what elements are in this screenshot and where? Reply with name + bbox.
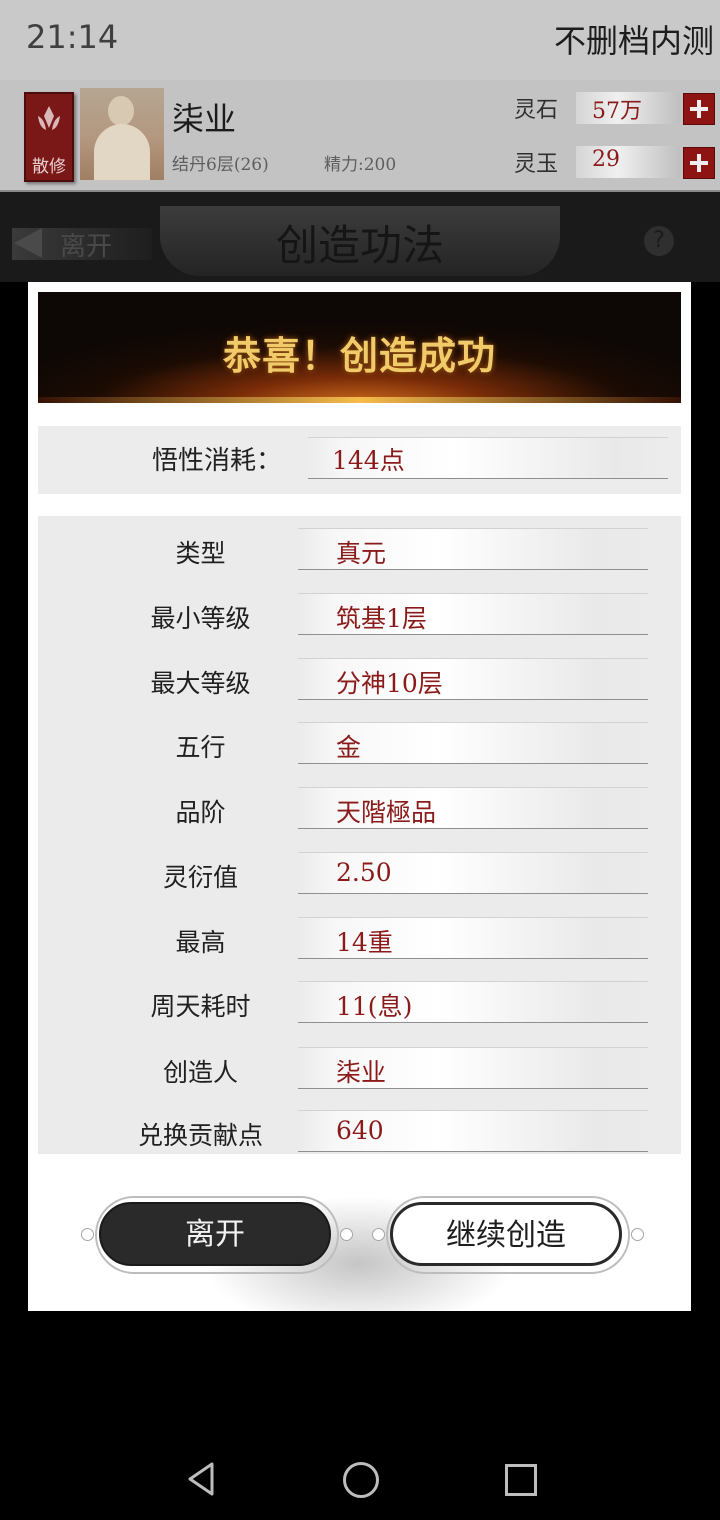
info-label: 五行 (175, 733, 226, 762)
leave-button[interactable]: 离开 (99, 1202, 331, 1266)
info-row-creator: 创造人 柒业 (38, 1043, 681, 1108)
info-value: 640 (336, 1116, 384, 1145)
currency-value-spirit-jade: 29 (592, 147, 620, 172)
player-avatar[interactable] (80, 88, 164, 180)
frame-knob (631, 1228, 644, 1241)
info-row-spirit-value: 灵衍值 2.50 (38, 848, 681, 913)
info-row-max-layers: 最高 14重 (38, 913, 681, 978)
sect-emblem-icon (38, 106, 60, 130)
currency-label-spirit-jade: 灵玉 (514, 152, 559, 177)
info-row-grade: 品阶 天階極品 (38, 783, 681, 848)
nav-home-icon[interactable] (343, 1462, 379, 1498)
info-label: 灵衍值 (162, 863, 238, 892)
info-row-contribution: 兑换贡献点 640 (38, 1106, 681, 1154)
screen-title: 创造功法 (275, 221, 444, 270)
player-name: 柒业 (172, 100, 237, 138)
currency-label-spirit-stone: 灵石 (514, 98, 559, 123)
player-stamina: 精力:200 (324, 155, 397, 175)
info-value: 筑基1层 (336, 604, 427, 633)
info-row-element: 五行 金 (38, 718, 681, 783)
frame-knob (372, 1228, 385, 1241)
help-icon[interactable]: ? (644, 226, 674, 256)
add-spirit-jade-plus-icon[interactable] (683, 147, 715, 179)
system-nav-bar (0, 1430, 720, 1520)
cost-panel: 悟性消耗： 144点 (38, 426, 681, 494)
info-row-max-level: 最大等级 分神10层 (38, 654, 681, 719)
frame-knob (81, 1228, 94, 1241)
success-banner: 恭喜！创造成功 (38, 292, 681, 403)
info-row-type: 类型 真元 (38, 524, 681, 589)
nav-back-icon[interactable] (186, 1462, 216, 1496)
back-label[interactable]: 离开 (60, 226, 112, 263)
info-value: 2.50 (336, 858, 392, 887)
info-value: 天階極品 (336, 798, 437, 827)
sect-label: 散修 (32, 157, 66, 177)
dialog-title: 恭喜！创造成功 (222, 333, 496, 378)
frame-knob (340, 1228, 353, 1241)
cost-label: 悟性消耗： (151, 446, 282, 476)
info-value: 真元 (336, 539, 387, 568)
nav-recent-icon[interactable] (505, 1464, 537, 1496)
technique-info-panel[interactable]: 类型 真元 最小等级 筑基1层 最大等级 分神10层 五行 金 品阶 天階極品 … (38, 516, 681, 1154)
info-value: 金 (336, 733, 362, 762)
add-spirit-stone-plus-icon[interactable] (683, 93, 715, 125)
status-bar: 21:14 不删档内测 (0, 0, 720, 80)
info-value: 分神10层 (336, 669, 443, 698)
app-title: 不删档内测 (553, 22, 714, 60)
info-label: 兑换贡献点 (137, 1121, 263, 1150)
info-label: 周天耗时 (150, 992, 251, 1021)
player-panel: 散修 柒业 结丹6层(26) 精力:200 灵石 57万 灵玉 29 (0, 80, 720, 192)
info-label: 最大等级 (150, 669, 251, 698)
player-realm: 结丹6层(26) (172, 155, 269, 175)
currency-value-spirit-stone: 57万 (592, 99, 642, 124)
avatar-robe (94, 124, 150, 180)
info-label: 最小等级 (150, 604, 251, 633)
status-time: 21:14 (26, 18, 119, 56)
info-label: 品阶 (175, 798, 226, 827)
info-value: 11(息) (336, 992, 413, 1021)
continue-creating-button[interactable]: 继续创造 (390, 1202, 622, 1266)
info-value: 柒业 (336, 1058, 387, 1087)
info-label: 最高 (175, 928, 226, 957)
creation-success-dialog: 恭喜！创造成功 悟性消耗： 144点 类型 真元 最小等级 筑基1层 最大等级 … (28, 282, 691, 1311)
info-row-min-level: 最小等级 筑基1层 (38, 589, 681, 654)
info-value: 14重 (336, 928, 393, 957)
back-arrow-icon (14, 228, 42, 258)
info-label: 创造人 (162, 1058, 238, 1087)
info-row-cycle-time: 周天耗时 11(息) (38, 977, 681, 1042)
sect-badge[interactable]: 散修 (24, 92, 74, 182)
cost-value: 144点 (332, 446, 405, 475)
info-label: 类型 (175, 539, 226, 568)
avatar-head (108, 96, 134, 126)
